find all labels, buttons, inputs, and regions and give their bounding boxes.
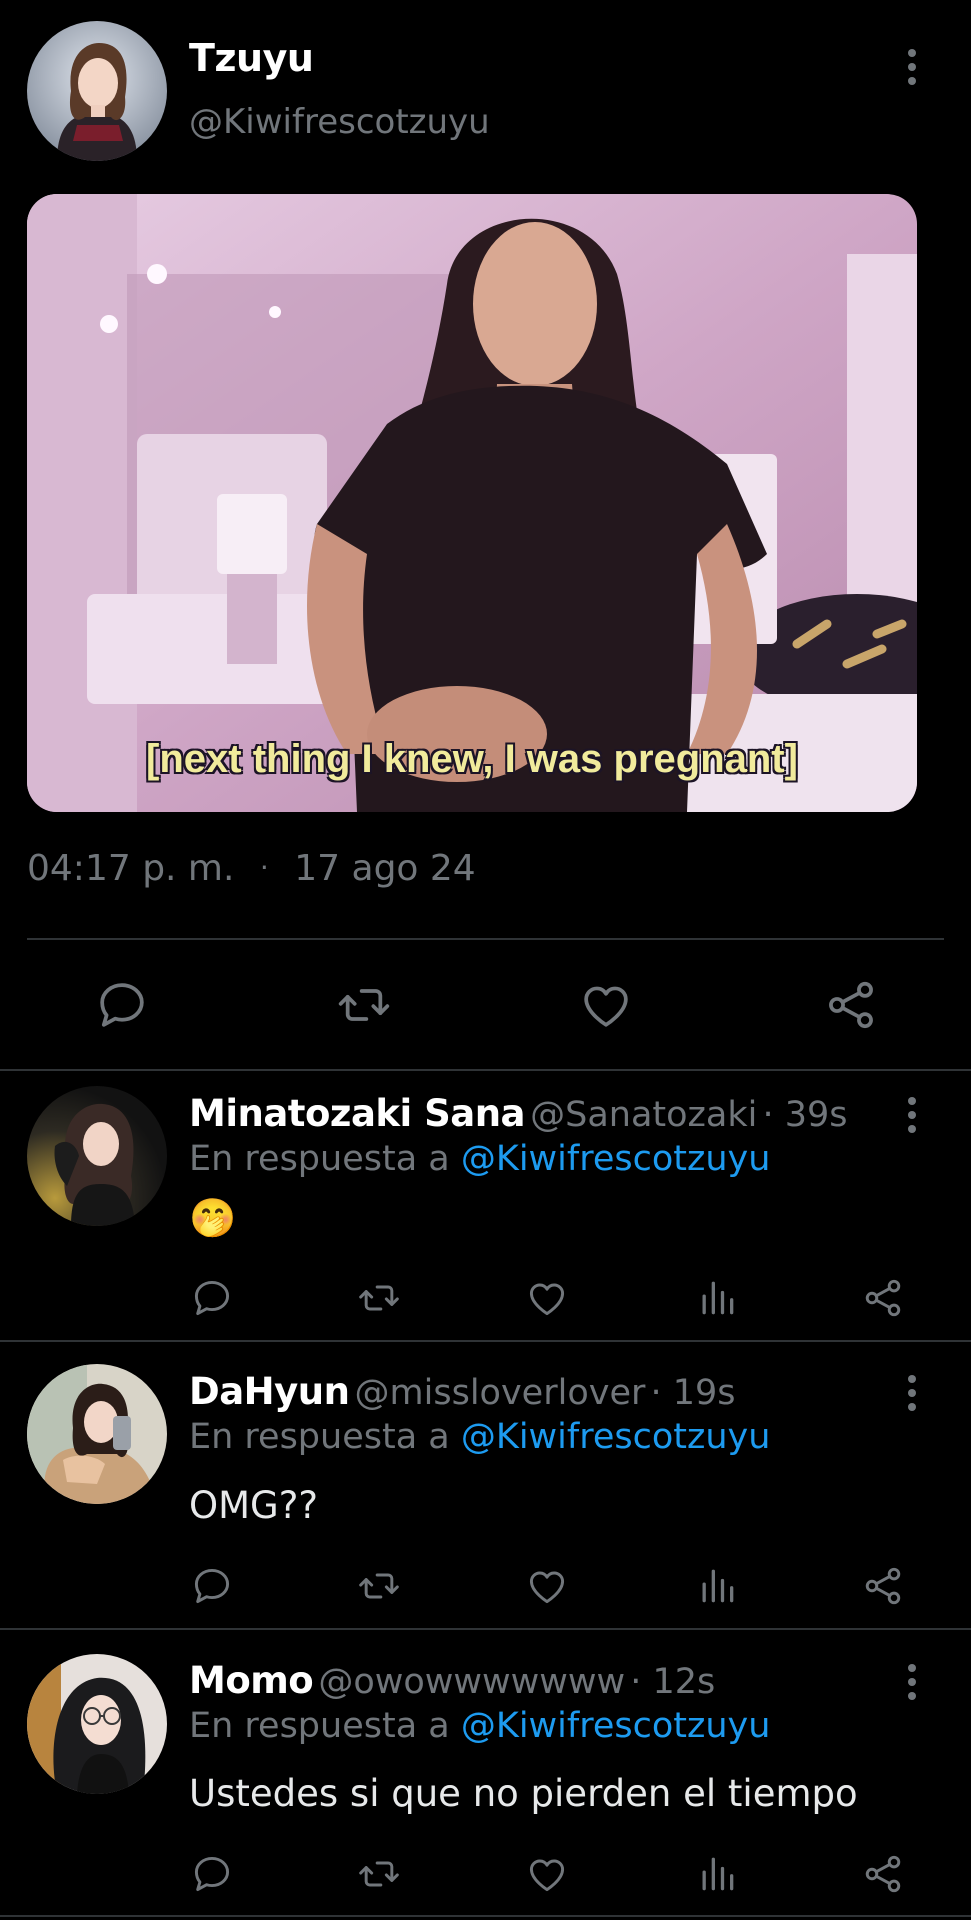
reply-age: · 19s [650, 1373, 736, 1413]
retweet-icon[interactable] [355, 1564, 403, 1608]
replying-prefix: En respuesta a [189, 1139, 450, 1179]
replying-to-link[interactable]: @Kiwifrescotzuyu [461, 1706, 771, 1746]
reply-author-handle[interactable]: @owowwwwwww [318, 1662, 625, 1702]
reply-age: · 12s [630, 1662, 716, 1702]
views-icon[interactable] [695, 1564, 739, 1608]
reply-header: Momo @owowwwwwww · 12s [189, 1659, 715, 1702]
share-icon[interactable] [861, 1564, 905, 1608]
replying-to: En respuesta a @Kiwifrescotzuyu [189, 1417, 770, 1457]
timestamp-separator: · [259, 851, 269, 884]
reply-author-handle[interactable]: @Sanatozaki [530, 1095, 757, 1135]
share-icon[interactable] [861, 1852, 905, 1896]
reply-age: · 39s [762, 1095, 848, 1135]
more-options-icon[interactable] [906, 1097, 918, 1133]
retweet-icon[interactable] [355, 1276, 403, 1320]
retweet-icon[interactable] [355, 1852, 403, 1896]
replying-prefix: En respuesta a [189, 1417, 450, 1457]
reply-author-name[interactable]: DaHyun [189, 1370, 350, 1413]
replying-prefix: En respuesta a [189, 1706, 450, 1746]
reply-author-name[interactable]: Momo [189, 1659, 314, 1702]
replying-to: En respuesta a @Kiwifrescotzuyu [189, 1139, 770, 1179]
share-icon[interactable] [861, 1276, 905, 1320]
author-handle[interactable]: @Kiwifrescotzuyu [189, 102, 490, 142]
image-caption: [next thing I knew, I was pregnant] [146, 737, 798, 781]
replying-to-link[interactable]: @Kiwifrescotzuyu [461, 1139, 771, 1179]
more-options-icon[interactable] [906, 1375, 918, 1411]
divider [0, 1340, 971, 1342]
divider [0, 1915, 971, 1917]
divider [0, 1069, 971, 1071]
views-icon[interactable] [695, 1276, 739, 1320]
tweet-image[interactable]: [next thing I knew, I was pregnant] [27, 194, 917, 812]
divider [27, 938, 944, 940]
reply-avatar[interactable] [27, 1654, 167, 1794]
author-name[interactable]: Tzuyu [189, 36, 314, 80]
replying-to-link[interactable]: @Kiwifrescotzuyu [461, 1417, 771, 1457]
share-icon[interactable] [823, 977, 879, 1033]
more-options-icon[interactable] [906, 1664, 918, 1700]
reply-icon[interactable] [190, 1564, 234, 1608]
reply-text: Ustedes si que no pierden el tiempo [189, 1772, 858, 1815]
reply-header: DaHyun @missloverlover · 19s [189, 1370, 736, 1413]
divider [0, 1628, 971, 1630]
reply-header: Minatozaki Sana @Sanatozaki · 39s [189, 1092, 847, 1135]
replying-to: En respuesta a @Kiwifrescotzuyu [189, 1706, 770, 1746]
reply-icon[interactable] [190, 1276, 234, 1320]
tweet-time: 04:17 p. m. [27, 848, 235, 889]
retweet-icon[interactable] [334, 977, 394, 1033]
like-icon[interactable] [578, 977, 634, 1033]
reply-text: OMG?? [189, 1484, 318, 1527]
like-icon[interactable] [525, 1852, 569, 1896]
reply-text: 🤭 [189, 1196, 237, 1240]
reply-icon[interactable] [94, 977, 150, 1033]
reply-icon[interactable] [190, 1852, 234, 1896]
reply-avatar[interactable] [27, 1086, 167, 1226]
reply-author-handle[interactable]: @missloverlover [355, 1373, 646, 1413]
views-icon[interactable] [695, 1852, 739, 1896]
tweet-date: 17 ago 24 [294, 848, 476, 889]
author-avatar[interactable] [27, 21, 167, 161]
like-icon[interactable] [525, 1276, 569, 1320]
tweet-timestamp: 04:17 p. m. · 17 ago 24 [27, 848, 476, 889]
reply-avatar[interactable] [27, 1364, 167, 1504]
reply-author-name[interactable]: Minatozaki Sana [189, 1092, 526, 1135]
more-options-icon[interactable] [906, 49, 918, 85]
like-icon[interactable] [525, 1564, 569, 1608]
